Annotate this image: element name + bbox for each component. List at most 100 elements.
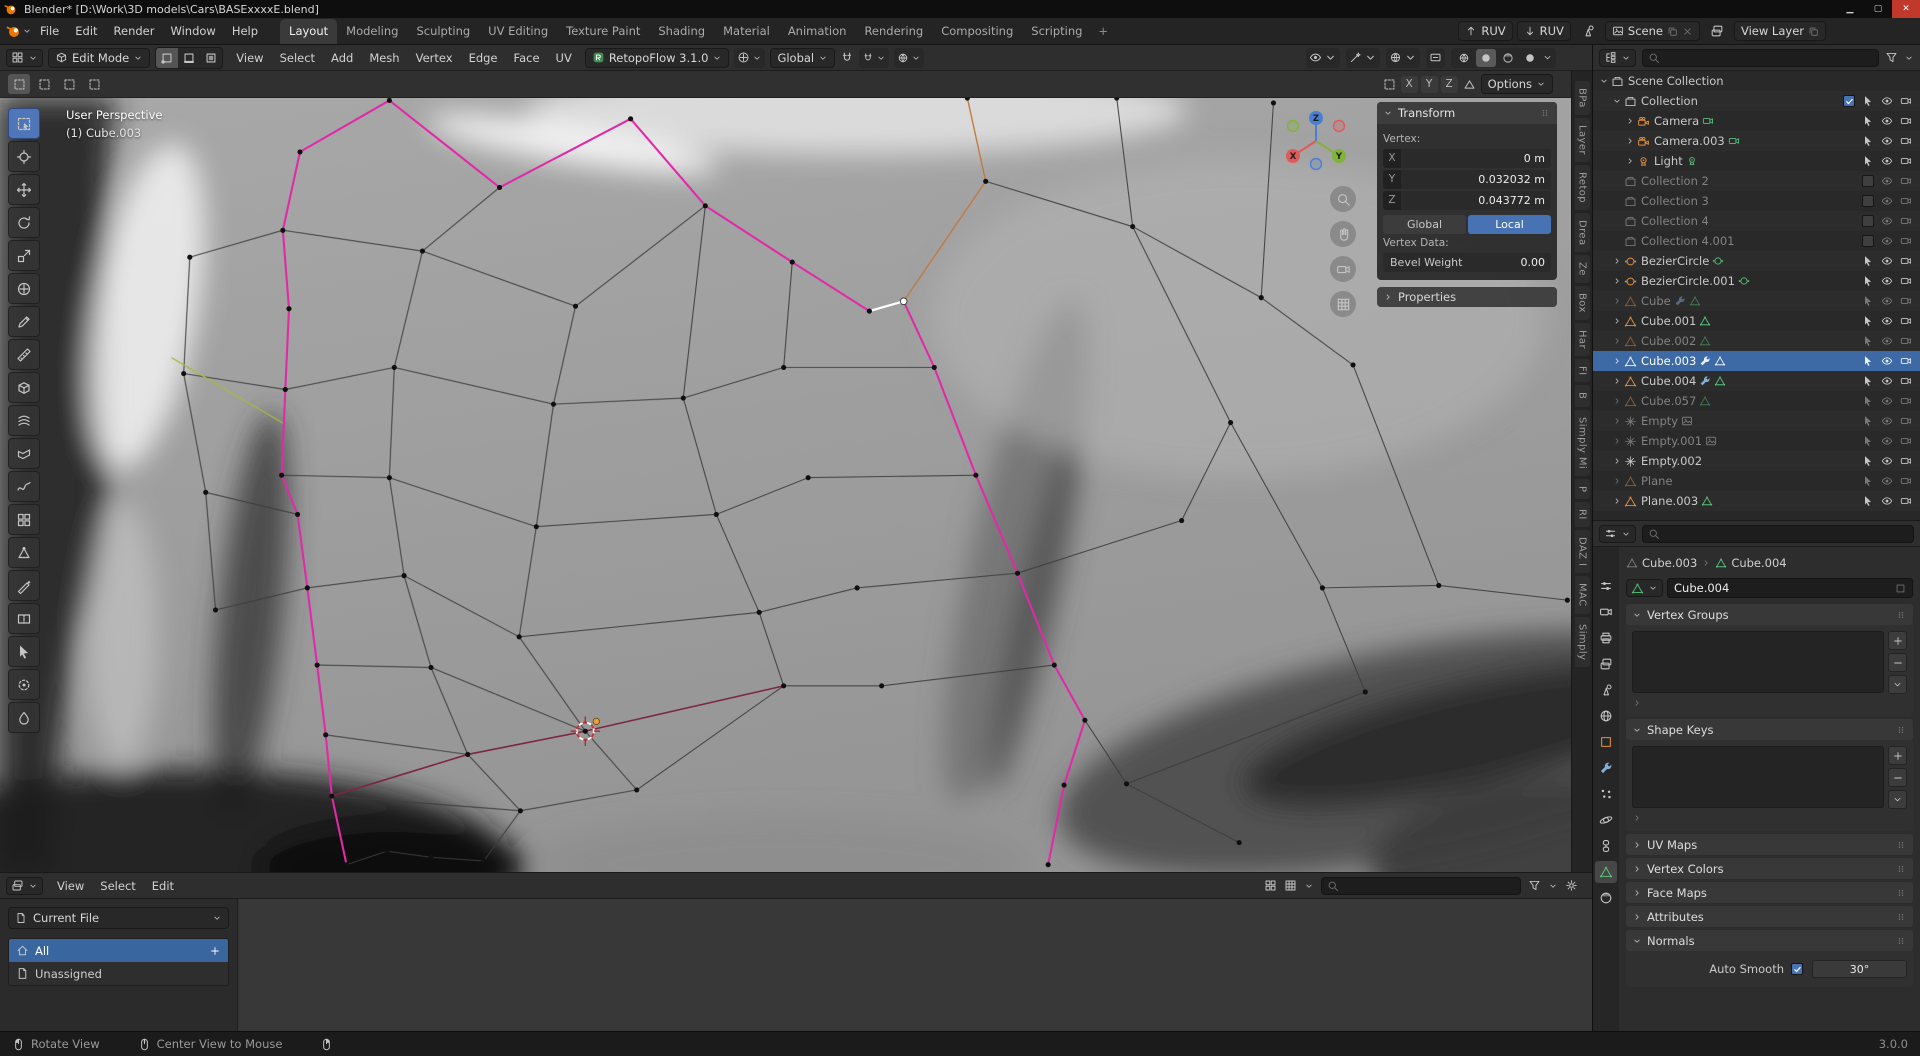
mirror-x[interactable]: X — [1401, 76, 1418, 93]
viewport-menu-uv[interactable]: UV — [548, 45, 580, 70]
sidebar-tab-simply-mi[interactable]: Simply Mi — [1575, 410, 1590, 476]
vertex-y-field[interactable]: Y0.032032 m — [1383, 170, 1551, 189]
hide-toggle[interactable] — [1878, 415, 1895, 427]
outliner-row-collection-4-001[interactable]: Collection 4.001 — [1593, 231, 1920, 251]
editor-type-selector[interactable] — [6, 49, 43, 67]
menu-edit[interactable]: Edit — [67, 18, 105, 44]
sidebar-tab-layer[interactable]: Layer — [1575, 118, 1590, 162]
tool-cursor[interactable] — [8, 141, 40, 172]
add-vertex-group-button[interactable] — [1888, 631, 1907, 650]
render-visibility-toggle[interactable] — [1897, 295, 1914, 307]
blender-menu-icon[interactable] — [6, 23, 22, 39]
sidebar-tab-ze[interactable]: Ze — [1575, 255, 1590, 283]
render-visibility-toggle[interactable] — [1897, 435, 1914, 447]
editor-type-assets[interactable] — [6, 877, 43, 895]
render-visibility-toggle[interactable] — [1897, 95, 1914, 107]
render-visibility-toggle[interactable] — [1897, 335, 1914, 347]
disclosure-toggle[interactable] — [1623, 116, 1637, 126]
options-dropdown[interactable]: Options — [1481, 74, 1553, 94]
properties-tab-render[interactable] — [1595, 601, 1617, 623]
select-toggle[interactable] — [1859, 355, 1876, 367]
panel-face-maps[interactable]: Face Maps — [1626, 882, 1913, 903]
asset-grid-area[interactable] — [239, 899, 1592, 1031]
asset-search[interactable] — [1321, 877, 1521, 895]
tool-knife[interactable] — [8, 570, 40, 601]
tool-smooth[interactable] — [8, 702, 40, 733]
snap-toggle-icon[interactable] — [840, 51, 854, 65]
viewport-menu-select[interactable]: Select — [272, 45, 323, 70]
disclosure-toggle[interactable] — [1610, 356, 1624, 366]
render-visibility-toggle[interactable] — [1897, 375, 1914, 387]
proportional-editing-dropdown[interactable] — [894, 48, 924, 68]
gear-icon[interactable] — [1565, 879, 1578, 892]
tool-scale[interactable] — [8, 240, 40, 271]
shading-rendered[interactable] — [1520, 49, 1540, 67]
shading-modes[interactable] — [1451, 48, 1556, 68]
panel-vertex-colors[interactable]: Vertex Colors — [1626, 858, 1913, 879]
viewport-menu-mesh[interactable]: Mesh — [361, 45, 407, 70]
hide-toggle[interactable] — [1878, 435, 1895, 447]
global-button[interactable]: Global — [1383, 215, 1466, 234]
shading-solid[interactable] — [1476, 49, 1496, 67]
collection-checkbox[interactable] — [1843, 95, 1855, 107]
hide-toggle[interactable] — [1878, 235, 1895, 247]
add-shape-key-button[interactable] — [1888, 746, 1907, 765]
bevel-weight-field[interactable]: Bevel Weight 0.00 — [1383, 253, 1551, 272]
catalog-all[interactable]: All — [9, 939, 228, 962]
drag-handle-icon[interactable] — [1539, 107, 1551, 119]
navigation-gizmo[interactable]: XYZ — [1282, 107, 1350, 175]
viewport-menu-view[interactable]: View — [228, 45, 271, 70]
properties-panel-collapsed[interactable]: Properties — [1377, 287, 1557, 307]
disclosure-toggle[interactable] — [1610, 376, 1624, 386]
disclosure-toggle[interactable] — [1623, 136, 1637, 146]
properties-tab-data[interactable] — [1595, 861, 1617, 883]
remove-shape-key-button[interactable] — [1888, 768, 1907, 787]
shading-wireframe[interactable] — [1454, 49, 1474, 67]
fake-user-icon[interactable] — [1895, 583, 1906, 594]
mirror-y[interactable]: Y — [1421, 76, 1438, 93]
render-visibility-toggle[interactable] — [1897, 115, 1914, 127]
properties-tab-material[interactable] — [1595, 887, 1617, 909]
mode-selector[interactable]: Edit Mode — [48, 48, 150, 68]
display-size-icon[interactable] — [1284, 879, 1297, 892]
workspace-tab-texture-paint[interactable]: Texture Paint — [557, 19, 649, 44]
hide-toggle[interactable] — [1878, 375, 1895, 387]
disclosure-toggle[interactable] — [1610, 496, 1624, 506]
workspace-tab-material[interactable]: Material — [714, 19, 779, 44]
select-toggle[interactable] — [1859, 275, 1876, 287]
disclosure-toggle[interactable] — [1610, 316, 1624, 326]
new-layer-icon[interactable] — [1808, 26, 1819, 37]
hide-toggle[interactable] — [1878, 195, 1895, 207]
tool-annotate[interactable] — [8, 306, 40, 337]
disclosure-toggle[interactable] — [1597, 76, 1611, 86]
render-visibility-toggle[interactable] — [1897, 215, 1914, 227]
disclosure-toggle[interactable] — [1610, 276, 1624, 286]
properties-tab-viewlayer[interactable] — [1595, 653, 1617, 675]
catalog-unassigned[interactable]: Unassigned — [9, 962, 228, 985]
pan-button[interactable] — [1330, 221, 1356, 247]
editor-type-outliner[interactable] — [1599, 49, 1636, 67]
outliner-row-plane-003[interactable]: Plane.003 — [1593, 491, 1920, 511]
mirror-bounds-icon[interactable] — [1383, 78, 1396, 91]
select-toggle[interactable] — [1859, 435, 1876, 447]
viewport-menu-add[interactable]: Add — [323, 45, 361, 70]
hide-toggle[interactable] — [1878, 95, 1895, 107]
zoom-button[interactable] — [1330, 186, 1356, 212]
drag-handle-icon[interactable] — [1895, 724, 1907, 736]
collection-checkbox[interactable] — [1862, 195, 1874, 207]
select-mode-edge[interactable] — [178, 48, 200, 68]
hide-toggle[interactable] — [1878, 155, 1895, 167]
select-toggle[interactable] — [1859, 455, 1876, 467]
editor-type-properties[interactable] — [1599, 525, 1636, 543]
render-visibility-toggle[interactable] — [1897, 195, 1914, 207]
transform-panel-header[interactable]: Transform — [1377, 102, 1557, 124]
sidebar-tab-daz-i[interactable]: DAZ I — [1575, 530, 1590, 573]
filter-icon[interactable] — [1528, 879, 1541, 892]
scene-selector[interactable]: Scene — [1605, 21, 1700, 41]
properties-tab-object[interactable] — [1595, 731, 1617, 753]
outliner-row-beziercircle-001[interactable]: BezierCircle.001 — [1593, 271, 1920, 291]
hide-toggle[interactable] — [1878, 275, 1895, 287]
sidebar-tab-drea[interactable]: Drea — [1575, 213, 1590, 252]
sidebar-tab-fi[interactable]: FI — [1575, 359, 1590, 383]
orientation-selector[interactable]: Global — [770, 48, 835, 68]
